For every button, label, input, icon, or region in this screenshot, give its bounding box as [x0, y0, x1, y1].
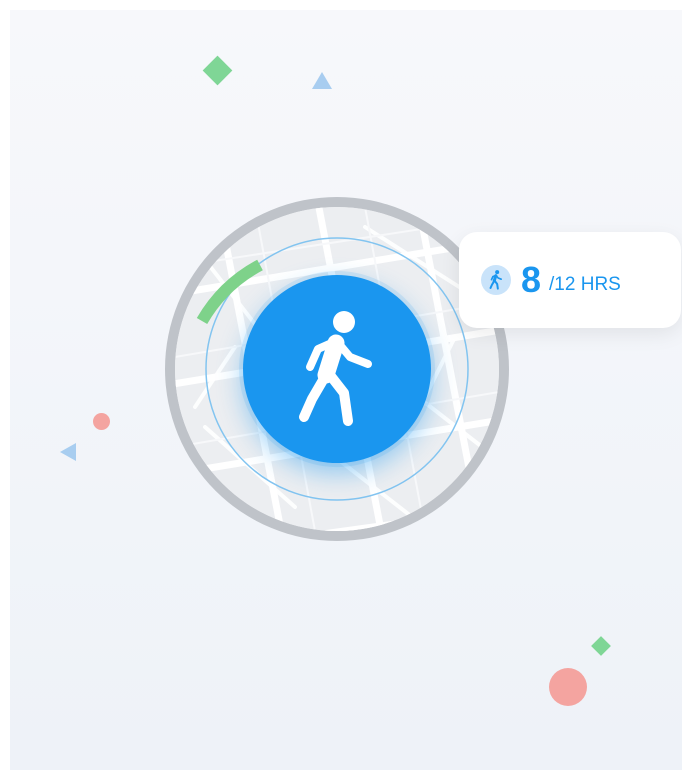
activity-button[interactable] [243, 275, 431, 463]
confetti-green-diamond-bottom [591, 636, 611, 656]
activity-screen: 8 /12 HRS [10, 10, 682, 770]
confetti-blue-triangle-left [60, 443, 76, 461]
hours-goal-label: /12 HRS [549, 273, 621, 295]
confetti-blue-triangle-top [312, 72, 332, 89]
hours-badge: 8 /12 HRS [459, 232, 681, 328]
walking-person-icon [299, 311, 372, 426]
confetti-red-dot-bottom [549, 668, 587, 706]
walking-person-small-icon [481, 265, 511, 295]
confetti-green-diamond-top [202, 55, 233, 86]
confetti-red-dot-left [93, 413, 110, 430]
current-hours-value: 8 [521, 259, 542, 300]
